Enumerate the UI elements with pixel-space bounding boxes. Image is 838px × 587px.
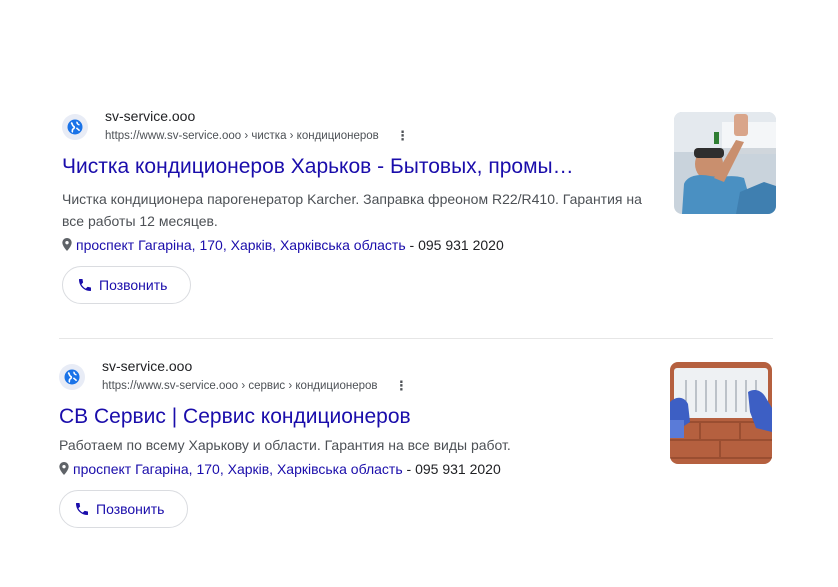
phone-number: 095 931 2020 — [415, 461, 501, 477]
call-button[interactable]: Позвонить — [59, 490, 188, 528]
url-breadcrumb-text: https://www.sv-service.ooo › сервис › ко… — [102, 380, 378, 393]
globe-icon — [59, 364, 85, 390]
address-link[interactable]: проспект Гагаріна, 170, Харків, Харківсь… — [73, 461, 403, 477]
technician-installing-ac-photo-icon — [674, 112, 776, 214]
location-pin-icon — [59, 462, 69, 475]
phone-separator: - — [405, 237, 419, 253]
globe-icon — [62, 114, 88, 140]
phone-icon — [79, 279, 91, 291]
more-options-icon[interactable]: ⋮ — [395, 379, 408, 393]
result-title-link[interactable]: Чистка кондиционеров Харьков - Бытовых, … — [62, 154, 574, 180]
gloved-hands-cleaning-ac-photo-icon — [670, 362, 772, 464]
result-snippet: Работаем по всему Харькову и области. Га… — [59, 437, 511, 453]
search-result: sv-service.ooo https://www.sv-service.oo… — [59, 358, 775, 533]
result-site-header[interactable]: sv-service.ooo https://www.sv-service.oo… — [62, 108, 778, 144]
call-button[interactable]: Позвонить — [62, 266, 191, 304]
address-line: проспект Гагаріна, 170, Харків, Харківсь… — [62, 235, 504, 255]
result-snippet: Чистка кондиционера парогенератор Karche… — [62, 191, 642, 229]
url-breadcrumb: https://www.sv-service.ooo › чистка › ко… — [105, 129, 409, 143]
site-name: sv-service.ooo — [105, 108, 196, 124]
more-options-icon[interactable]: ⋮ — [396, 129, 409, 143]
call-button-label: Позвонить — [99, 277, 168, 293]
result-thumbnail[interactable] — [674, 112, 776, 214]
search-result: sv-service.ooo https://www.sv-service.oo… — [62, 108, 778, 308]
result-site-header[interactable]: sv-service.ooo https://www.sv-service.oo… — [59, 358, 775, 394]
results-divider — [59, 338, 773, 339]
result-thumbnail[interactable] — [670, 362, 772, 464]
call-button-label: Позвонить — [96, 501, 165, 517]
address-line: проспект Гагаріна, 170, Харків, Харківсь… — [59, 459, 501, 479]
search-results-page: sv-service.ooo https://www.sv-service.oo… — [0, 0, 838, 587]
result-title-link[interactable]: СВ Сервис | Сервис кондиционеров — [59, 404, 411, 430]
address-link[interactable]: проспект Гагаріна, 170, Харків, Харківсь… — [76, 237, 406, 253]
url-breadcrumb: https://www.sv-service.ooo › сервис › ко… — [102, 379, 408, 393]
url-breadcrumb-text: https://www.sv-service.ooo › чистка › ко… — [105, 130, 379, 143]
phone-separator: - — [402, 461, 416, 477]
site-name: sv-service.ooo — [102, 358, 193, 374]
location-pin-icon — [62, 238, 72, 251]
phone-icon — [76, 503, 88, 515]
phone-number: 095 931 2020 — [418, 237, 504, 253]
